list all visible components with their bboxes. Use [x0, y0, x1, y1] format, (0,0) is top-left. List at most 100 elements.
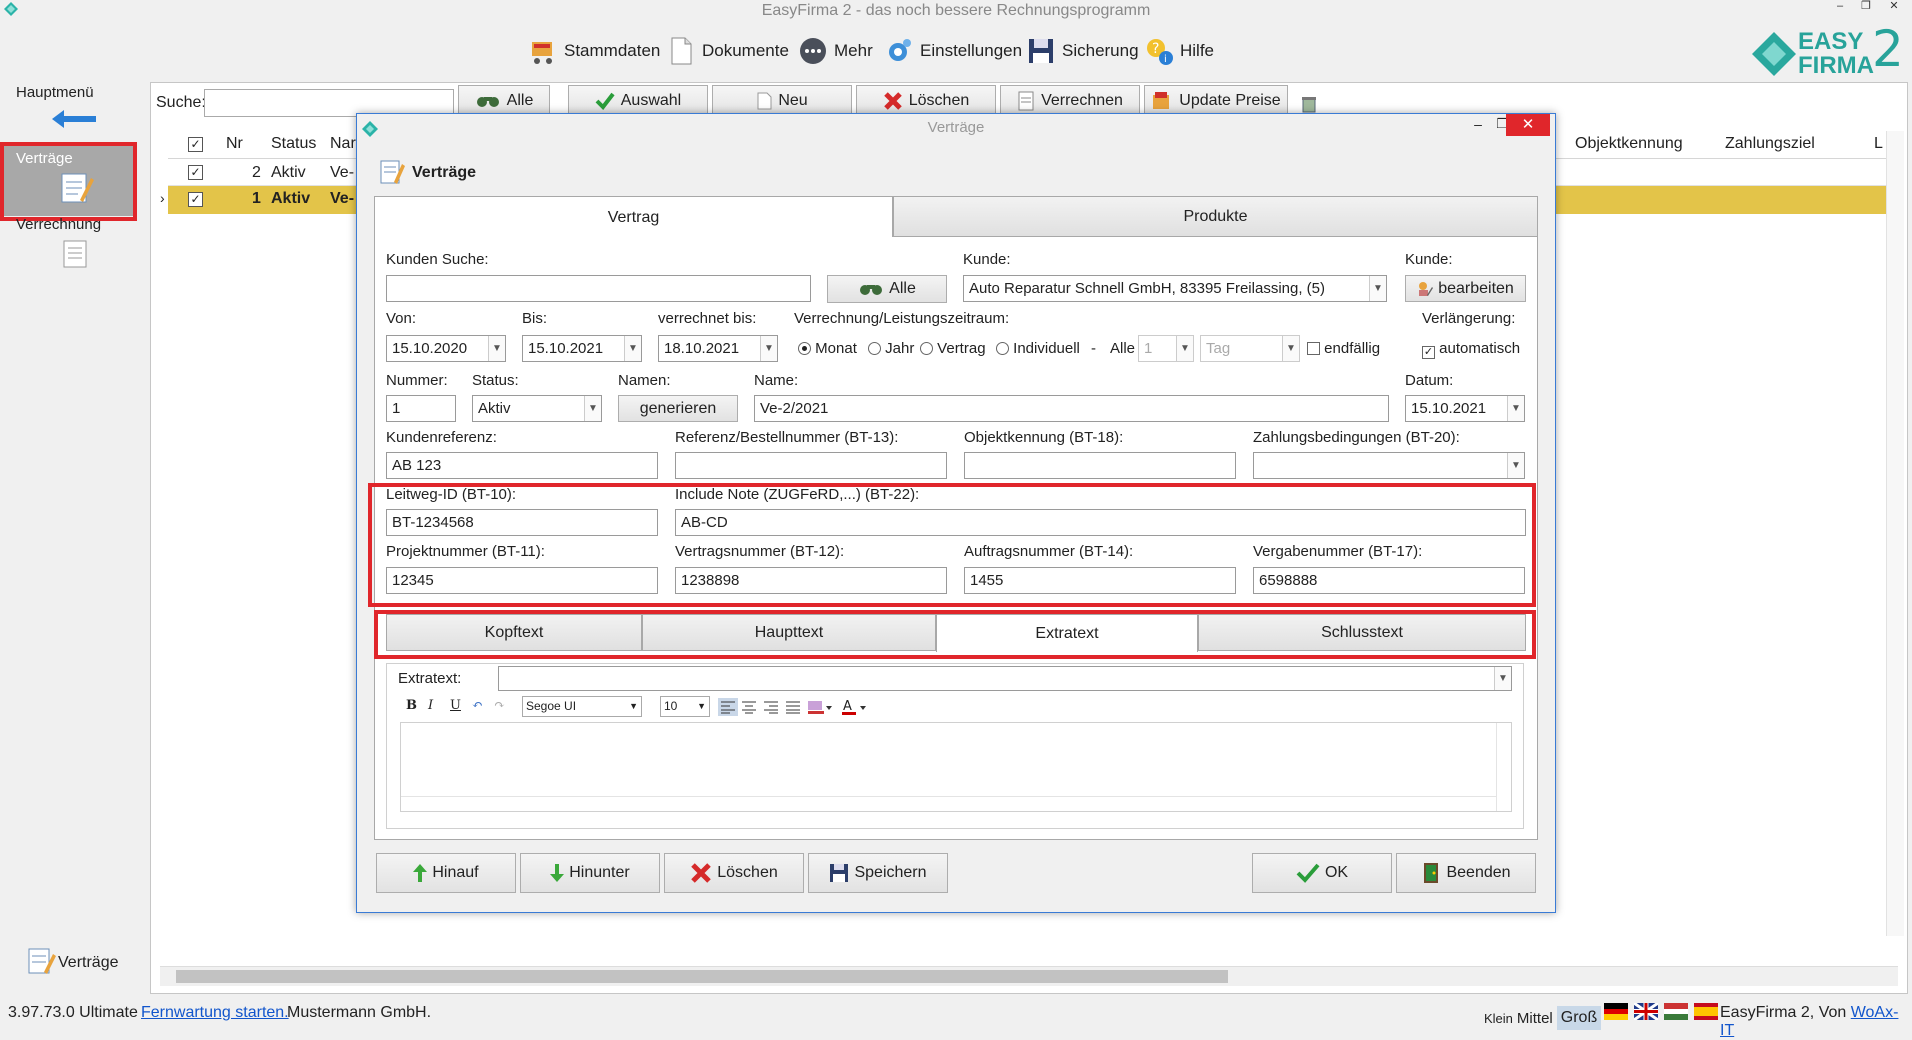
row-checkbox[interactable]: ✓	[188, 165, 203, 180]
flag-germany-icon[interactable]	[1604, 1003, 1628, 1020]
align-right-icon[interactable]	[762, 698, 780, 716]
kunde-select[interactable]: Auto Reparatur Schnell GmbH, 83395 Freil…	[963, 275, 1387, 302]
size-klein[interactable]: Klein	[1484, 1011, 1513, 1026]
bis-date-picker[interactable]: 15.10.2021 ▼	[522, 335, 642, 362]
remote-support-link[interactable]: Fernwartung starten.	[141, 1004, 289, 1022]
extratext-select[interactable]: ▼	[498, 666, 1512, 691]
chevron-down-icon: ▼	[488, 336, 505, 361]
verrechnet-bis-date-picker[interactable]: 18.10.2021 ▼	[658, 335, 778, 362]
leitweg-input[interactable]: BT-1234568	[386, 509, 658, 536]
grid-header-zahlungsziel[interactable]: Zahlungsziel	[1725, 135, 1815, 153]
toolbar-neu-label: Neu	[778, 92, 808, 109]
nummer-label: Nummer:	[386, 372, 448, 389]
projektnummer-input[interactable]: 12345	[386, 567, 658, 594]
speichern-button[interactable]: Speichern	[808, 853, 948, 893]
zeitraum-unit-select[interactable]: Tag ▼	[1200, 335, 1300, 362]
menu-dokumente[interactable]: Dokumente	[666, 33, 789, 69]
grid-header-objektkennung[interactable]: Objektkennung	[1575, 135, 1683, 153]
status-select[interactable]: Aktiv ▼	[472, 395, 602, 422]
bold-icon[interactable]: B	[406, 698, 417, 716]
include-note-input[interactable]: AB-CD	[675, 509, 1526, 536]
underline-icon[interactable]: U	[450, 698, 461, 716]
hinauf-button[interactable]: Hinauf	[376, 853, 516, 893]
dialog-minimize-button[interactable]: –	[1467, 116, 1489, 136]
undo-icon[interactable]: ↶	[472, 698, 483, 716]
radio-jahr[interactable]: Jahr	[868, 340, 914, 357]
font-family-value: Segoe UI	[526, 699, 577, 713]
dialog-loeschen-button[interactable]: Löschen	[664, 853, 804, 893]
kunde-bearbeiten-button[interactable]: bearbeiten	[1405, 275, 1526, 302]
endfaellig-checkbox[interactable]: endfällig	[1307, 340, 1380, 357]
flag-spain-icon[interactable]	[1694, 1003, 1718, 1020]
font-family-select[interactable]: Segoe UI ▼	[522, 696, 642, 717]
vergabenummer-input[interactable]: 6598888	[1253, 567, 1525, 594]
font-color-icon[interactable]: A	[840, 698, 866, 716]
align-left-icon[interactable]	[718, 698, 738, 716]
font-size-select[interactable]: 10 ▼	[660, 696, 710, 717]
sidebar-bottom-label[interactable]: Verträge	[58, 954, 118, 972]
row-checkbox[interactable]: ✓	[188, 192, 203, 207]
recycle-icon[interactable]	[1300, 95, 1318, 113]
version-label: 3.97.73.0 Ultimate	[8, 1004, 138, 1021]
radio-vertrag[interactable]: Vertrag	[920, 340, 986, 357]
menu-sicherung[interactable]: Sicherung	[1026, 33, 1139, 69]
window-minimize-button[interactable]: –	[1830, 0, 1850, 14]
grid-header-last[interactable]: L	[1874, 135, 1883, 153]
italic-icon[interactable]: I	[428, 698, 433, 716]
datum-date-picker[interactable]: 15.10.2021 ▼	[1405, 395, 1525, 422]
highlight-box-sidebar	[0, 142, 137, 221]
window-maximize-button[interactable]: ❐	[1856, 0, 1876, 14]
grid-header-checkbox[interactable]: ✓	[188, 137, 203, 152]
sidebar-item-verrechnung[interactable]: Verrechnung	[16, 216, 101, 233]
kundenreferenz-input[interactable]: AB 123	[386, 452, 658, 479]
redo-icon[interactable]: ↷	[494, 698, 505, 716]
vertical-scrollbar[interactable]	[1886, 131, 1904, 936]
zeitraum-alle-select[interactable]: 1 ▼	[1138, 335, 1194, 362]
objektkennung-input[interactable]	[964, 452, 1236, 479]
name-input[interactable]: Ve-2/2021	[754, 395, 1389, 422]
automatisch-checkbox[interactable]: ✓ automatisch	[1422, 340, 1520, 359]
size-gross[interactable]: Groß	[1556, 1006, 1602, 1030]
highlight-color-icon[interactable]	[806, 698, 832, 716]
referenz-input[interactable]	[675, 452, 947, 479]
align-justify-icon[interactable]	[784, 698, 802, 716]
beenden-button[interactable]: Beenden	[1396, 853, 1536, 893]
size-mittel[interactable]: Mittel	[1517, 1010, 1553, 1027]
menu-stammdaten[interactable]: Stammdaten	[528, 33, 660, 69]
kunden-alle-button[interactable]: Alle	[827, 275, 947, 303]
tab-produkte[interactable]: Produkte	[893, 196, 1538, 237]
window-close-button[interactable]: ✕	[1884, 0, 1904, 14]
radio-monat[interactable]: Monat	[798, 340, 857, 357]
editor-vertical-scrollbar[interactable]	[1496, 723, 1511, 811]
highlight-box-subtabs	[374, 610, 1536, 659]
flag-uk-icon[interactable]	[1634, 1003, 1658, 1020]
back-arrow-icon[interactable]	[52, 110, 98, 128]
editor-horizontal-scrollbar[interactable]	[401, 796, 1496, 811]
bis-value: 15.10.2021	[528, 340, 604, 357]
hinunter-button[interactable]: Hinunter	[520, 853, 660, 893]
flag-hungary-icon[interactable]	[1664, 1003, 1688, 1020]
row-name: Ve-	[330, 164, 355, 181]
menu-mehr[interactable]: Mehr	[798, 33, 873, 69]
ok-button[interactable]: OK	[1252, 853, 1392, 893]
kundenreferenz-label: Kundenreferenz:	[386, 429, 497, 446]
grid-header-name[interactable]: Nar	[330, 135, 356, 153]
sidebar-hauptmenu-label[interactable]: Hauptmenü	[16, 84, 94, 101]
namen-generieren-button[interactable]: generieren	[618, 395, 738, 422]
von-label: Von:	[386, 310, 417, 327]
auftragsnummer-input[interactable]: 1455	[964, 567, 1236, 594]
horizontal-scrollbar-thumb[interactable]	[176, 970, 1228, 983]
menu-hilfe[interactable]: ? i Hilfe	[1144, 33, 1214, 69]
align-center-icon[interactable]	[740, 698, 758, 716]
tab-vertrag[interactable]: Vertrag	[374, 196, 893, 238]
zahlungsbed-select[interactable]: ▼	[1253, 452, 1525, 479]
vertragsnummer-input[interactable]: 1238898	[675, 567, 947, 594]
grid-header-status[interactable]: Status	[271, 135, 316, 153]
von-date-picker[interactable]: 15.10.2020 ▼	[386, 335, 506, 362]
grid-header-nr[interactable]: Nr	[226, 135, 243, 153]
kunden-suche-input[interactable]	[386, 275, 811, 302]
radio-individuell[interactable]: Individuell	[996, 340, 1080, 357]
dialog-close-button[interactable]: ✕	[1506, 114, 1550, 136]
menu-einstellungen[interactable]: Einstellungen	[884, 33, 1022, 69]
nummer-input[interactable]: 1	[386, 395, 456, 422]
